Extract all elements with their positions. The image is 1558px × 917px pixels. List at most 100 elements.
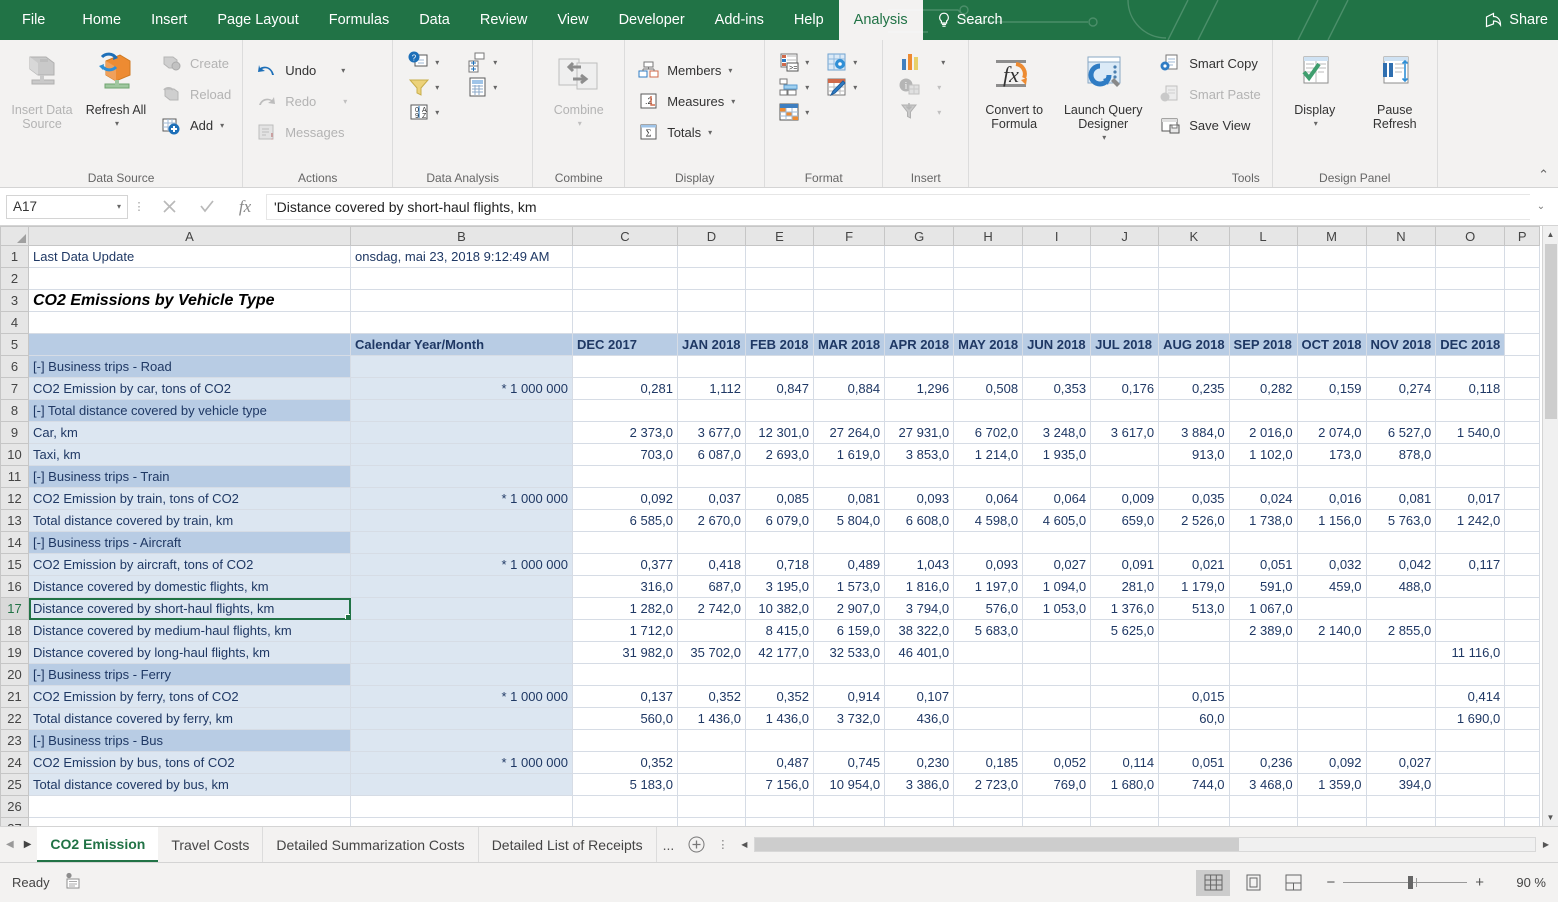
cell-J23[interactable] [1090,729,1160,752]
cell-G4[interactable] [884,311,955,334]
chevron-down-icon[interactable]: ▾ [493,83,497,92]
cell-B9[interactable] [350,421,573,444]
row-header-9[interactable]: 9 [0,421,29,444]
cell-O19[interactable]: 11 116,0 [1435,641,1506,664]
launch-query-designer-button[interactable]: Launch Query Designer ▾ [1055,45,1151,149]
row-header-24[interactable]: 24 [0,751,29,774]
cell-B21[interactable]: * 1 000 000 [350,685,573,708]
cell-D23[interactable] [677,729,746,752]
cell-J14[interactable] [1090,531,1160,554]
cell-P25[interactable] [1504,773,1541,796]
cell-O23[interactable] [1435,729,1506,752]
cell-B17[interactable] [350,597,573,620]
name-box[interactable]: A17 ▾ [6,194,128,219]
cell-G22[interactable]: 436,0 [884,707,955,730]
cell-J16[interactable]: 281,0 [1090,575,1160,598]
zoom-out-button[interactable]: − [1326,874,1335,891]
cell-I22[interactable] [1022,707,1092,730]
cell-M20[interactable] [1296,663,1367,686]
cell-M27[interactable] [1296,817,1367,826]
cell-P3[interactable] [1504,289,1541,312]
cell-N5[interactable]: NOV 2018 [1365,333,1437,356]
conditional-format-button[interactable]: >= ▾ [777,51,809,73]
cell-P19[interactable] [1504,641,1541,664]
cell-I1[interactable] [1022,245,1092,268]
cell-D19[interactable]: 35 702,0 [677,641,746,664]
cell-G10[interactable]: 3 853,0 [884,443,955,466]
zoom-thumb[interactable] [1407,876,1413,889]
chevron-down-icon[interactable]: ▾ [805,83,809,92]
cell-B5[interactable]: Calendar Year/Month [350,333,573,356]
cell-O22[interactable]: 1 690,0 [1435,707,1506,730]
cell-I8[interactable] [1022,399,1092,422]
cell-A8[interactable]: [-] Total distance covered by vehicle ty… [28,399,351,422]
cell-P17[interactable] [1504,597,1541,620]
cell-F2[interactable] [812,267,886,290]
cell-B15[interactable]: * 1 000 000 [350,553,573,576]
cell-P6[interactable] [1504,355,1541,378]
cell-I4[interactable] [1022,311,1092,334]
cell-G6[interactable] [884,355,955,378]
cell-H23[interactable] [953,729,1024,752]
cell-E1[interactable] [745,245,814,268]
cell-D5[interactable]: JAN 2018 [677,333,746,356]
column-header-B[interactable]: B [350,226,573,246]
row-header-14[interactable]: 14 [0,531,29,554]
cell-P24[interactable] [1504,751,1541,774]
cell-E10[interactable]: 2 693,0 [745,443,814,466]
cell-A4[interactable] [28,311,351,334]
cell-D22[interactable]: 1 436,0 [677,707,746,730]
cell-N18[interactable]: 2 855,0 [1365,619,1437,642]
cell-B12[interactable]: * 1 000 000 [350,487,573,510]
cell-A27[interactable] [28,817,351,826]
row-header-27[interactable]: 27 [0,817,29,826]
hierarchy-button[interactable]: ▾ [465,51,497,73]
cell-D14[interactable] [677,531,746,554]
cell-J12[interactable]: 0,009 [1090,487,1160,510]
chevron-down-icon[interactable]: ▾ [117,202,121,211]
cell-E18[interactable]: 8 415,0 [745,619,814,642]
column-header-E[interactable]: E [745,226,814,246]
cell-B4[interactable] [350,311,573,334]
cell-O5[interactable]: DEC 2018 [1435,333,1506,356]
cell-N3[interactable] [1365,289,1437,312]
cell-F11[interactable] [812,465,886,488]
row-header-23[interactable]: 23 [0,729,29,752]
cell-P9[interactable] [1504,421,1541,444]
cell-H20[interactable] [953,663,1024,686]
cell-F3[interactable] [812,289,886,312]
cell-N17[interactable] [1365,597,1437,620]
cell-J5[interactable]: JUL 2018 [1090,333,1160,356]
row-header-8[interactable]: 8 [0,399,29,422]
cell-G3[interactable] [884,289,955,312]
cell-P16[interactable] [1504,575,1541,598]
cell-N20[interactable] [1365,663,1437,686]
members-button[interactable]: Members ▾ [631,55,740,85]
cell-E8[interactable] [745,399,814,422]
ribbon-tab-formulas[interactable]: Formulas [314,0,404,40]
cell-O14[interactable] [1435,531,1506,554]
cell-E17[interactable]: 10 382,0 [745,597,814,620]
cell-E9[interactable]: 12 301,0 [745,421,814,444]
cell-D8[interactable] [677,399,746,422]
undo-button[interactable]: Undo ▾ [249,55,352,85]
column-header-L[interactable]: L [1228,226,1298,246]
cell-C13[interactable]: 6 585,0 [572,509,678,532]
cell-N11[interactable] [1365,465,1437,488]
cell-J27[interactable] [1090,817,1160,826]
cell-F21[interactable]: 0,914 [812,685,886,708]
cell-C22[interactable]: 560,0 [572,707,678,730]
chevron-down-icon[interactable]: ▾ [853,83,857,92]
cell-P22[interactable] [1504,707,1541,730]
cell-K23[interactable] [1158,729,1230,752]
cell-K19[interactable] [1158,641,1230,664]
cell-D25[interactable] [677,773,746,796]
cell-N27[interactable] [1365,817,1437,826]
cell-N14[interactable] [1365,531,1437,554]
cell-O12[interactable]: 0,017 [1435,487,1506,510]
cell-E3[interactable] [745,289,814,312]
cell-F24[interactable]: 0,745 [812,751,886,774]
row-header-7[interactable]: 7 [0,377,29,400]
cell-D11[interactable] [677,465,746,488]
cell-A12[interactable]: CO2 Emission by train, tons of CO2 [28,487,351,510]
